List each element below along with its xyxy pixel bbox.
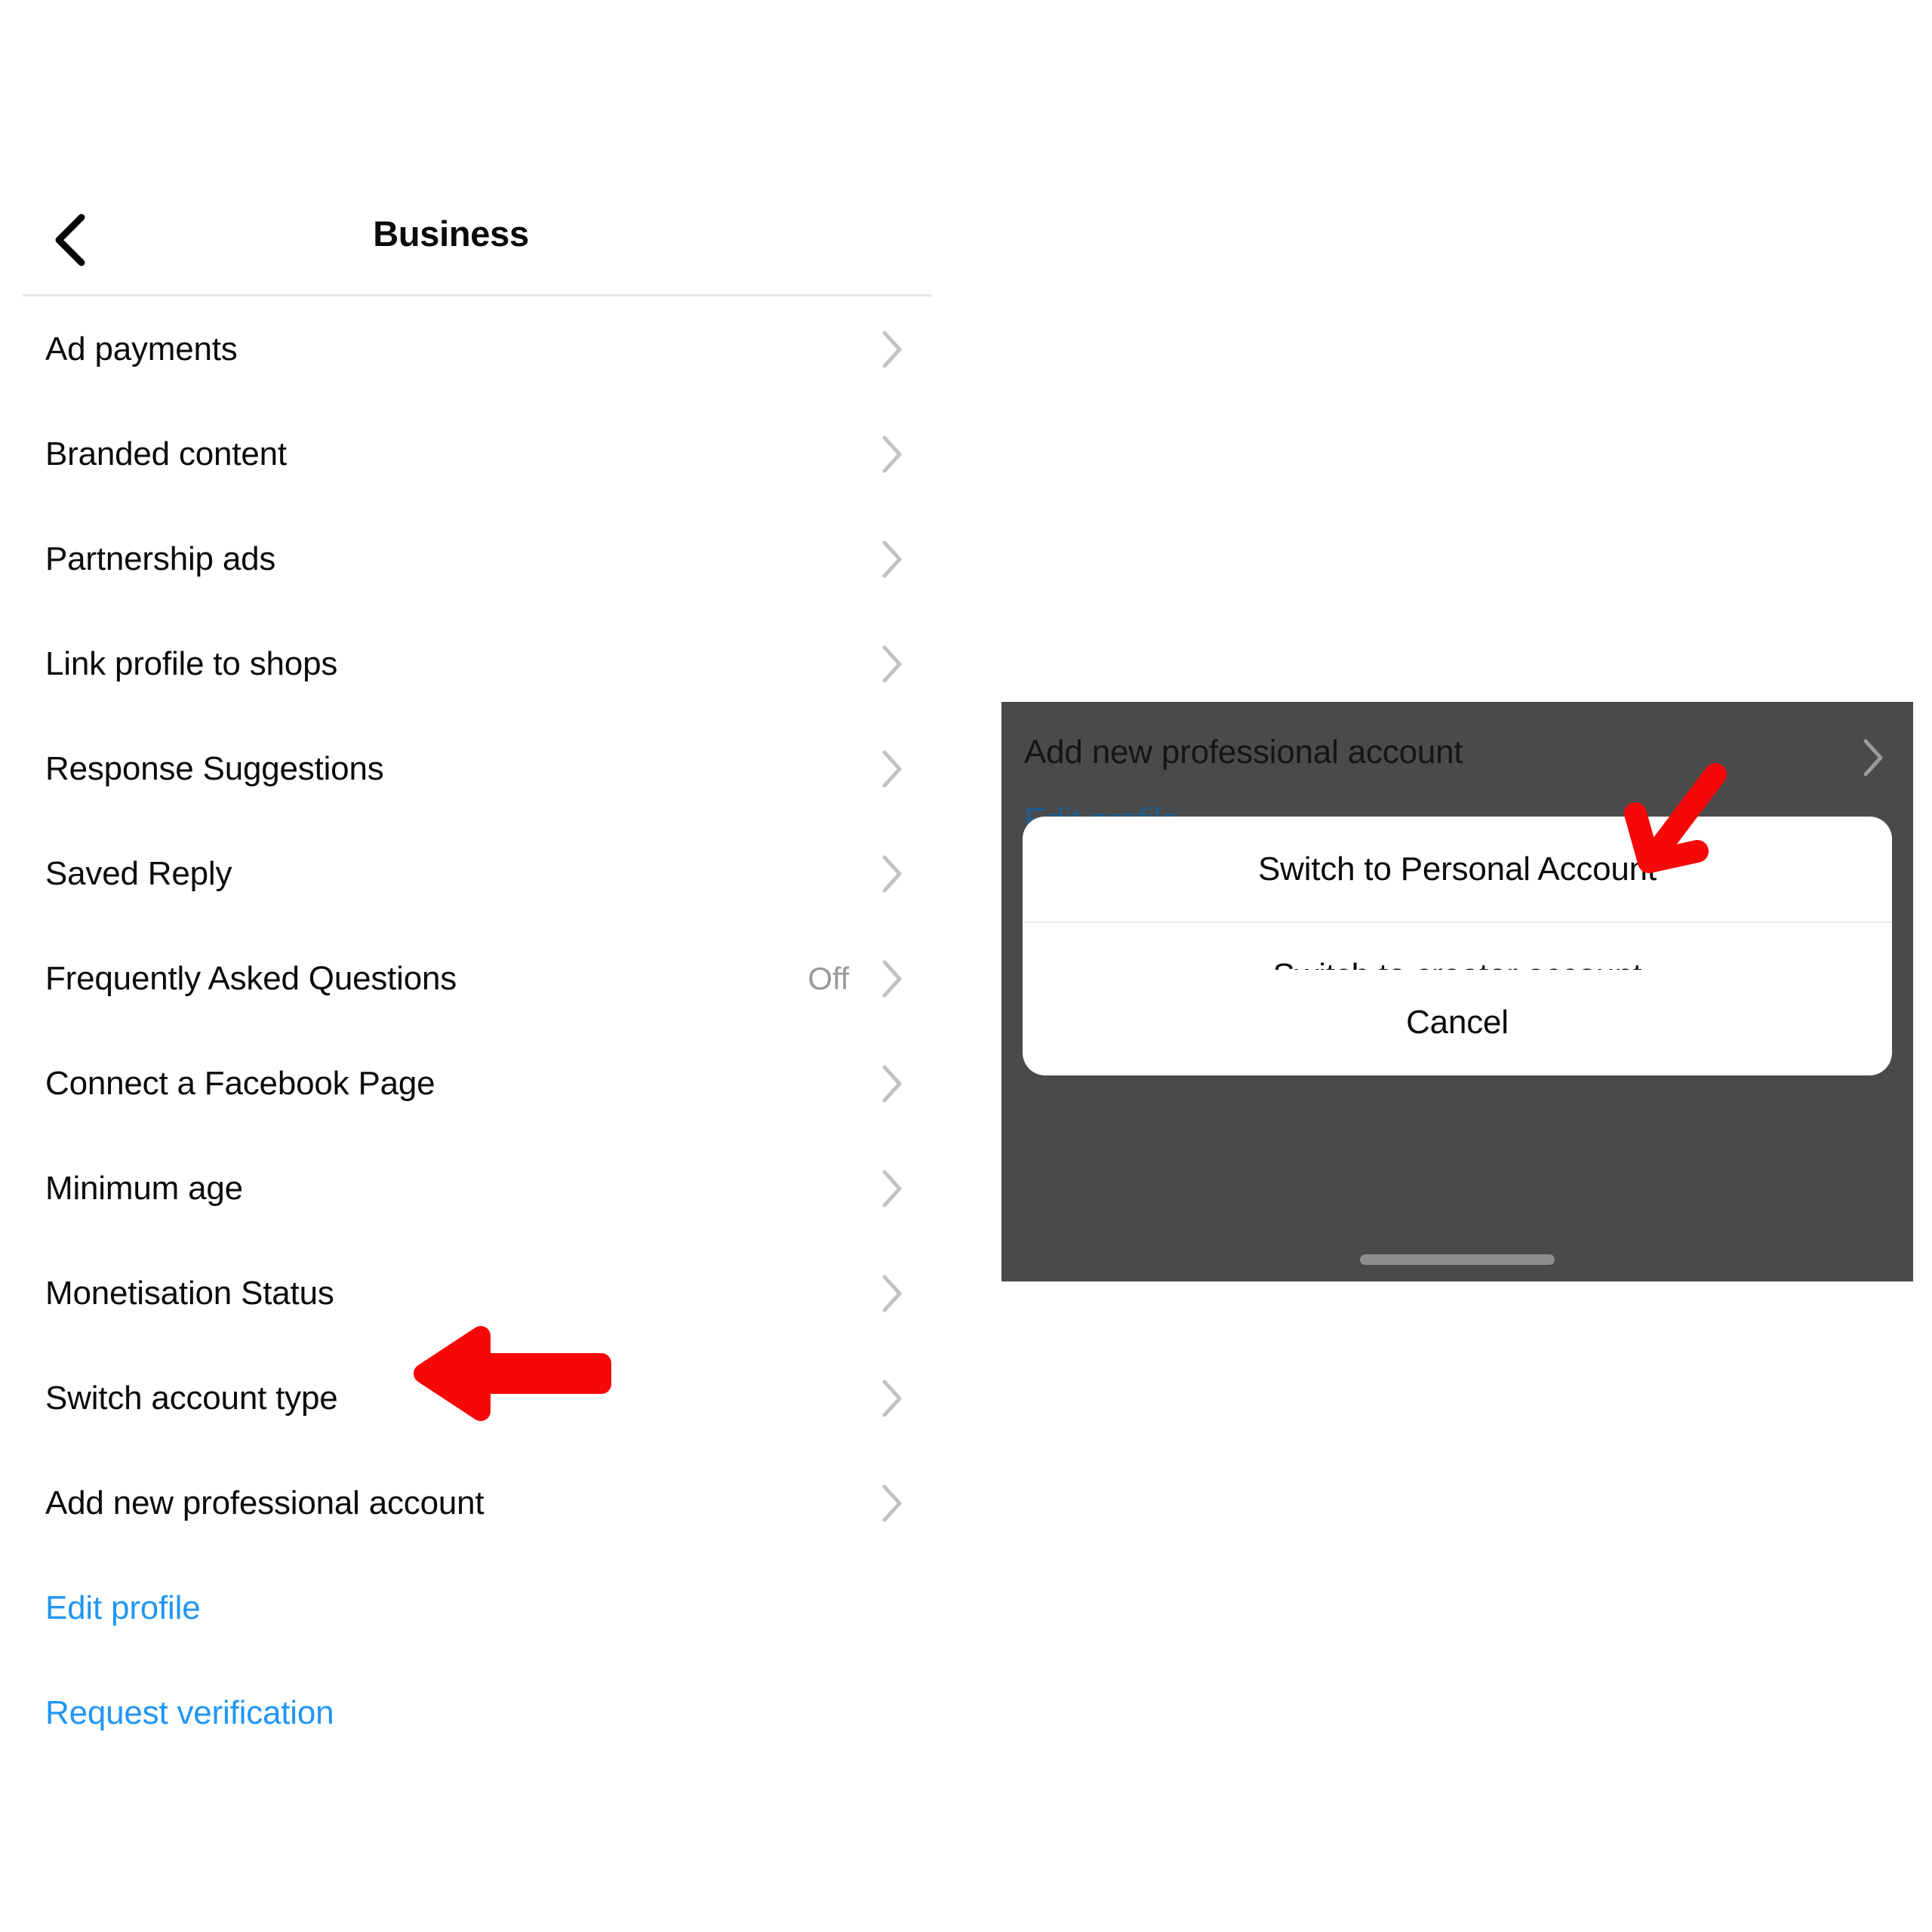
settings-row-label: Partnership ads [45,540,276,577]
settings-row-label: Add new professional account [45,1484,485,1521]
settings-list: Ad payments Branded content Partnership ad… [23,297,932,1555]
chevron-right-icon [881,1169,903,1208]
settings-row-label: Connect a Facebook Page [45,1064,435,1102]
settings-row-label: Monetisation Status [45,1274,334,1312]
chevron-right-icon [881,435,903,474]
settings-row-label: Ad payments [45,330,238,368]
settings-row[interactable]: Frequently Asked Questions Off [23,926,932,1031]
chevron-right-icon [881,1379,903,1418]
cancel-button[interactable]: Cancel [1023,970,1892,1075]
settings-row-label: Frequently Asked Questions [45,959,457,997]
action-sheet-option[interactable]: Switch to Personal Account [1023,817,1892,921]
chevron-right-icon [881,1484,903,1523]
settings-row[interactable]: Monetisation Status [23,1241,932,1346]
settings-row[interactable]: Minimum age [23,1136,932,1241]
settings-row[interactable]: Branded content [23,401,932,506]
profile-link-row[interactable]: Request verification [23,1660,932,1765]
settings-screen: Business Ad payments Branded content Partn… [23,181,932,1766]
settings-row-label: Response Suggestions [45,749,384,787]
settings-row-label: Link profile to shops [45,645,338,682]
action-sheet-screenshot: Add new professional account Edit profil… [1001,702,1913,1281]
chevron-right-icon [881,749,903,789]
settings-row[interactable]: Connect a Facebook Page [23,1031,932,1136]
profile-link-label: Request verification [45,1694,334,1731]
settings-row[interactable]: Ad payments [23,297,932,401]
chevron-right-icon [881,1064,903,1103]
profile-link-row[interactable]: Edit profile [23,1555,932,1660]
navigation-bar: Business [23,181,932,297]
settings-row-value: Off [808,960,849,996]
settings-row-label: Saved Reply [45,854,232,892]
settings-row[interactable]: Switch account type [23,1346,932,1451]
settings-row[interactable]: Add new professional account [23,1451,932,1555]
chevron-right-icon [881,959,903,998]
settings-row[interactable]: Link profile to shops [23,611,932,716]
profile-links-list: Edit profile Request verification [23,1555,932,1765]
settings-row-label: Minimum age [45,1169,243,1207]
dimmed-row-label: Add new professional account [1024,734,1463,771]
chevron-right-icon [881,330,903,369]
chevron-right-icon [1862,738,1884,777]
settings-row[interactable]: Response Suggestions [23,716,932,821]
page-title: Business [373,214,529,254]
chevron-right-icon [881,645,903,684]
dimmed-row-add-new-professional-account[interactable]: Add new professional account [1001,723,1913,791]
settings-row-label: Branded content [45,435,287,472]
settings-row[interactable]: Partnership ads [23,506,932,611]
profile-link-label: Edit profile [45,1589,201,1626]
chevron-right-icon [881,540,903,579]
settings-row[interactable]: Saved Reply [23,821,932,926]
settings-row-label: Switch account type [45,1379,338,1417]
home-indicator-bar[interactable] [1360,1254,1555,1265]
chevron-right-icon [881,1274,903,1313]
chevron-right-icon [881,854,903,894]
